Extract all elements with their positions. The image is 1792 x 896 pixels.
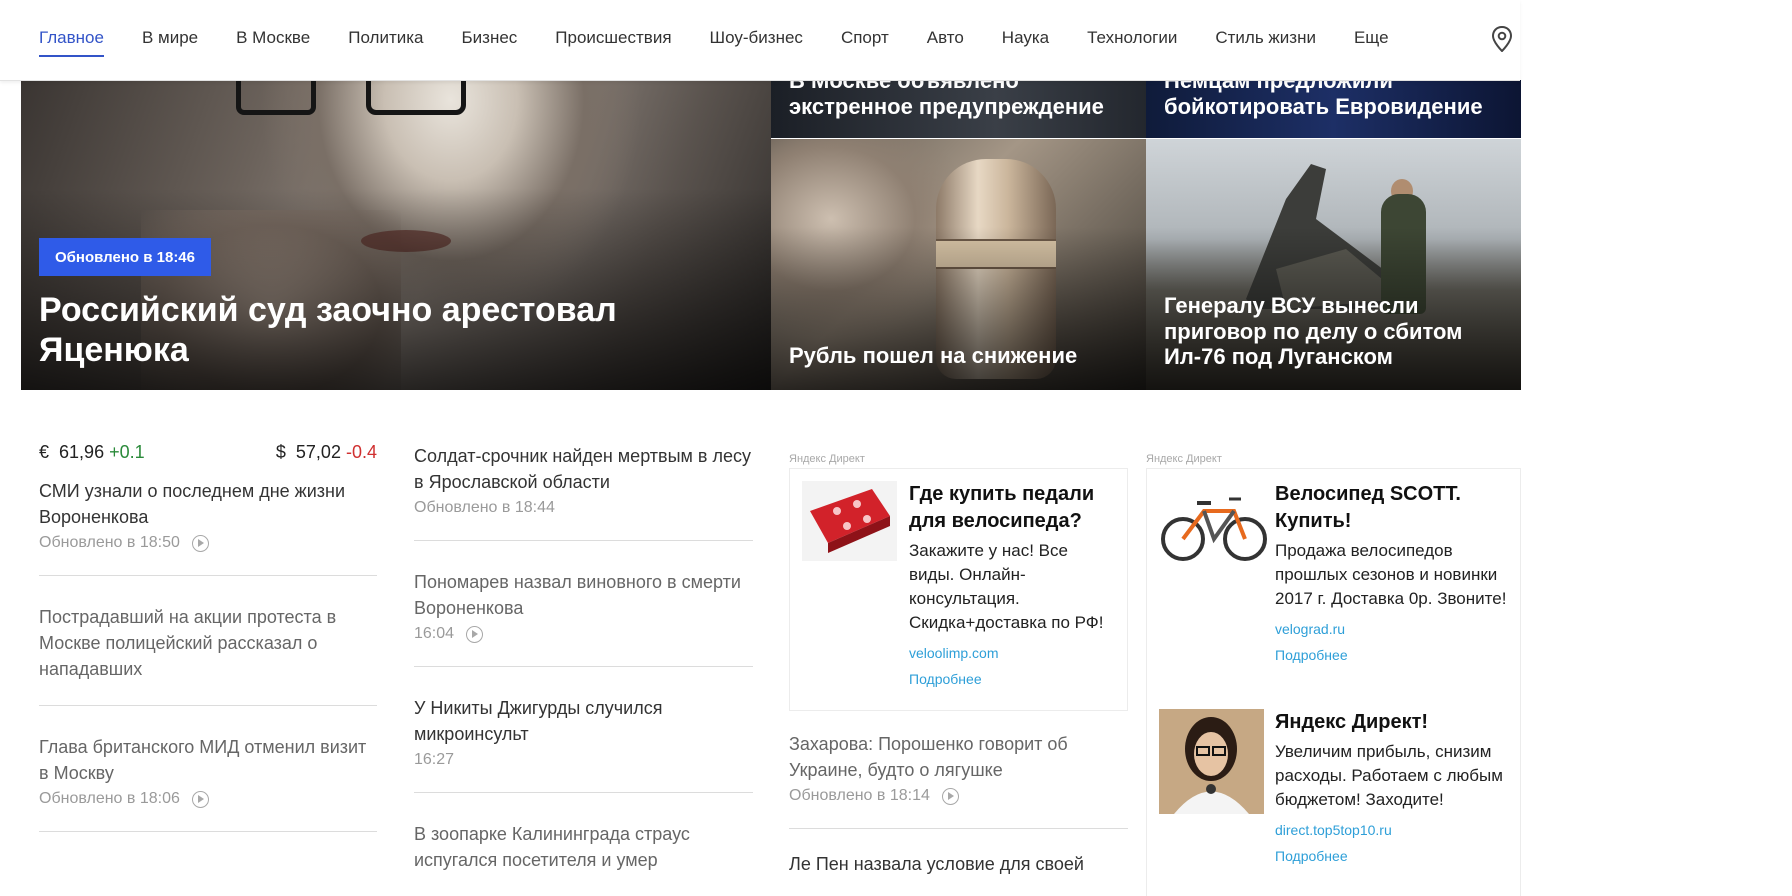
ad-url[interactable]: veloolimp.com (909, 645, 1115, 661)
hero-story-title[interactable]: Рубль пошел на снижение (789, 343, 1077, 369)
eur-rate[interactable]: € 61,96 +0.1 (39, 442, 145, 470)
ad-text: Увеличим прибыль, снизим расходы. Работа… (1275, 742, 1503, 809)
news-title[interactable]: Ле Пен назвала условие для своей (789, 851, 1128, 877)
usd-change: -0.4 (345, 442, 377, 462)
nav-item-sport[interactable]: Спорт (841, 27, 889, 57)
news-title[interactable]: Захарова: Порошенко говорит об Украине, … (789, 731, 1128, 783)
video-icon (191, 790, 209, 808)
video-icon (941, 787, 959, 805)
news-item[interactable]: Захарова: Порошенко говорит об Украине, … (789, 711, 1128, 829)
ad-more-link[interactable]: Подробнее (1275, 848, 1508, 864)
bicycle-image (1159, 481, 1269, 571)
ad-more-link[interactable]: Подробнее (909, 671, 1115, 687)
news-item[interactable]: У Никиты Джигурды случился микроинсульт … (414, 667, 753, 793)
nav-menu: Главное В мире В Москве Политика Бизнес … (39, 27, 1427, 57)
hero-story-title[interactable]: Генералу ВСУ вынесли приговор по делу о … (1164, 293, 1504, 370)
news-title[interactable]: Пономарев назвал виновного в смерти Воро… (414, 569, 753, 621)
news-column-2: Солдат-срочник найден мертвым в лесу в Я… (414, 430, 753, 873)
usd-value: 57,02 (295, 442, 341, 462)
hero-story-title[interactable]: В Москве объявлено экстренное предупрежд… (789, 80, 1134, 119)
news-time: Обновлено в 18:06 (39, 790, 180, 807)
news-item[interactable]: Глава британского МИД отменил визит в Мо… (39, 706, 377, 832)
news-item[interactable]: Ле Пен назвала условие для своей (789, 829, 1128, 877)
nav-item-main[interactable]: Главное (39, 27, 104, 57)
news-item[interactable]: Пострадавший на акции протеста в Москве … (39, 576, 377, 706)
hero-story-moscow-warning[interactable]: В Москве объявлено экстренное предупрежд… (771, 80, 1146, 138)
updated-badge: Обновлено в 18:46 (39, 238, 211, 276)
ad-text: Продажа велосипедов прошлых сезонов и но… (1275, 541, 1507, 608)
news-item[interactable]: СМИ узнали о последнем дне жизни Воронен… (39, 478, 377, 576)
nav-item-showbiz[interactable]: Шоу-бизнес (710, 27, 803, 57)
video-icon (191, 534, 209, 552)
eur-value: 61,96 (59, 442, 105, 462)
nav-item-moscow[interactable]: В Москве (236, 27, 310, 57)
news-item[interactable]: Пономарев назвал виновного в смерти Воро… (414, 541, 753, 667)
news-time: Обновлено в 18:14 (789, 787, 930, 804)
ad-block-direct[interactable]: Яндекс Директ! Увеличим прибыль, снизим … (1147, 709, 1520, 874)
nav-item-science[interactable]: Наука (1002, 27, 1049, 57)
news-title[interactable]: Солдат-срочник найден мертвым в лесу в Я… (414, 443, 753, 495)
nav-item-technology[interactable]: Технологии (1087, 27, 1177, 57)
currency-rates: € 61,96 +0.1 $ 57,02 -0.4 (39, 430, 377, 470)
bike-pedal-image (802, 481, 897, 561)
hero-grid: Обновлено в 18:46 Российский суд заочно … (21, 80, 1521, 390)
ad-url[interactable]: velograd.ru (1275, 621, 1508, 637)
news-item[interactable]: В зоопарке Калининграда страус испугался… (414, 793, 753, 873)
news-title[interactable]: Пострадавший на акции протеста в Москве … (39, 604, 377, 682)
news-time: 16:04 (414, 625, 455, 642)
top-navigation: Главное В мире В Москве Политика Бизнес … (0, 0, 1520, 81)
ad-label: Яндекс Директ (789, 453, 865, 465)
news-title[interactable]: СМИ узнали о последнем дне жизни Воронен… (39, 478, 377, 530)
ad-label: Яндекс Директ (1146, 453, 1222, 465)
news-title[interactable]: У Никиты Джигурды случился микроинсульт (414, 695, 753, 747)
nav-item-politics[interactable]: Политика (348, 27, 423, 57)
hero-story-ruble[interactable]: Рубль пошел на снижение (771, 139, 1146, 390)
news-column-3: Яндекс Директ Где купить педали для вело… (789, 450, 1128, 877)
news-time: Обновлено в 18:44 (414, 499, 555, 516)
location-pin-icon[interactable] (1490, 26, 1514, 52)
news-title[interactable]: В зоопарке Калининграда страус испугался… (414, 821, 753, 873)
nav-item-business[interactable]: Бизнес (462, 27, 518, 57)
news-column-1: € 61,96 +0.1 $ 57,02 -0.4 СМИ узнали о п… (39, 430, 377, 832)
nav-item-auto[interactable]: Авто (927, 27, 964, 57)
news-time: Обновлено в 18:50 (39, 534, 180, 551)
nav-item-incidents[interactable]: Происшествия (555, 27, 671, 57)
ad-title[interactable]: Где купить педали для велосипеда? (909, 481, 1115, 535)
ad-text: Закажите у нас! Все виды. Онлайн-консуль… (909, 541, 1104, 632)
nav-item-world[interactable]: В мире (142, 27, 198, 57)
hero-story-il76[interactable]: Генералу ВСУ вынесли приговор по делу о … (1146, 139, 1521, 390)
usd-symbol: $ (275, 442, 286, 462)
ad-title[interactable]: Велосипед SCOTT. Купить! (1275, 481, 1508, 535)
news-item[interactable]: Солдат-срочник найден мертвым в лесу в Я… (414, 430, 753, 541)
news-title[interactable]: Глава британского МИД отменил визит в Мо… (39, 734, 377, 786)
usd-rate[interactable]: $ 57,02 -0.4 (276, 442, 377, 470)
ad-url[interactable]: direct.top5top10.ru (1275, 822, 1508, 838)
woman-photo (1159, 709, 1264, 814)
video-icon (466, 625, 484, 643)
nav-item-lifestyle[interactable]: Стиль жизни (1215, 27, 1316, 57)
nav-item-more[interactable]: Еще (1354, 27, 1389, 57)
ads-column: Яндекс Директ Велосипед SCOTT. Купить! П… (1146, 450, 1521, 896)
hero-story-eurovision[interactable]: Немцам предложили бойкотировать Евровиде… (1146, 80, 1521, 138)
ad-more-link[interactable]: Подробнее (1275, 647, 1508, 663)
ads-container: Велосипед SCOTT. Купить! Продажа велосип… (1146, 468, 1521, 896)
ad-title[interactable]: Яндекс Директ! (1275, 709, 1508, 736)
hero-story-title[interactable]: Немцам предложили бойкотировать Евровиде… (1164, 80, 1509, 119)
ad-block-scott[interactable]: Велосипед SCOTT. Купить! Продажа велосип… (1147, 469, 1520, 709)
news-time: 16:27 (414, 751, 455, 768)
eur-change: +0.1 (109, 442, 145, 462)
hero-main-title[interactable]: Российский суд заочно арестовал Яценюка (39, 291, 719, 371)
hero-main-story[interactable]: Обновлено в 18:46 Российский суд заочно … (21, 80, 771, 390)
ad-block-pedals[interactable]: Где купить педали для велосипеда? Закажи… (789, 468, 1128, 711)
eur-symbol: € (39, 442, 50, 462)
